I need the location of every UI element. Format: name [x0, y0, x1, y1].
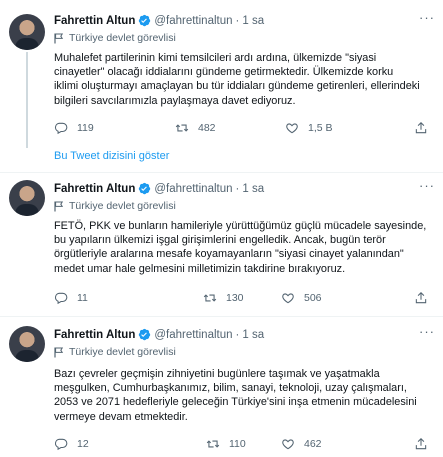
more-options-icon[interactable]: ··· [419, 324, 435, 339]
tweet-text-line: 2053 ve 2071 hedefleriyle geleceğin Türk… [54, 396, 417, 409]
reply-button[interactable]: 11 [54, 290, 88, 306]
divider [0, 172, 443, 173]
flag-icon [54, 347, 64, 357]
retweet-icon [175, 124, 189, 132]
retweet-count: 130 [226, 292, 244, 304]
government-label-text: Türkiye devlet görevlisi [69, 200, 176, 212]
reply-count: 11 [77, 292, 88, 304]
tweet-actions: 119 482 1,5 B [54, 120, 434, 136]
tweet-text-line: meşgulken, Cumhurbaşkanımız, bilim, sana… [54, 382, 407, 395]
like-button[interactable]: 462 [281, 436, 322, 452]
retweet-icon [203, 294, 217, 302]
retweet-count: 482 [198, 122, 216, 134]
like-button[interactable]: 506 [281, 290, 322, 306]
verified-badge-icon [139, 14, 151, 27]
retweet-button[interactable]: 482 [175, 120, 216, 136]
heart-icon [286, 123, 298, 134]
share-icon [415, 122, 427, 134]
like-count: 1,5 B [308, 122, 333, 134]
tweet-header: Fahrettin Altun @fahrettinaltun · 1 sa [54, 14, 264, 27]
avatar[interactable] [9, 14, 45, 50]
avatar[interactable] [9, 180, 45, 216]
tweet-text-line: iklimi oluşturmayı amaçlayan bu tür iddi… [54, 80, 420, 93]
reply-icon [54, 292, 68, 305]
government-label: Türkiye devlet görevlisi [54, 346, 176, 358]
author-handle[interactable]: @fahrettinaltun [154, 329, 232, 341]
tweet-text-line: örgütleriyle aralarına mesafe koyamayanl… [54, 248, 404, 261]
author-name[interactable]: Fahrettin Altun [54, 15, 135, 27]
tweet-text-line: FETÖ, PKK ve bunların hamileriyle yürütt… [54, 220, 427, 232]
author-name[interactable]: Fahrettin Altun [54, 329, 135, 341]
government-label-text: Türkiye devlet görevlisi [69, 32, 176, 44]
tweet-header: Fahrettin Altun @fahrettinaltun · 1 sa [54, 182, 264, 195]
verified-badge-icon [139, 328, 151, 341]
government-label-text: Türkiye devlet görevlisi [69, 346, 176, 358]
verified-badge-icon [139, 182, 151, 195]
government-label: Türkiye devlet görevlisi [54, 200, 176, 212]
tweet-actions: 11 130 506 [54, 290, 434, 306]
separator-dot: · [235, 14, 240, 27]
tweet-text: Muhalefet partilerinin kimi temsilcileri… [54, 51, 439, 108]
flag-icon [54, 201, 64, 211]
share-icon [415, 438, 427, 450]
heart-icon [282, 293, 294, 304]
tweet-text-line: Muhalefet partilerinin kimi temsilcileri… [54, 52, 377, 64]
government-label: Türkiye devlet görevlisi [54, 32, 176, 44]
tweet-text-line: Bazı çevreler geçmişin zihniyetini bugün… [54, 368, 380, 380]
retweet-button[interactable]: 110 [206, 436, 246, 452]
share-icon [415, 292, 427, 304]
heart-icon [282, 439, 294, 450]
separator-dot: · [235, 328, 240, 341]
reply-count: 12 [77, 438, 89, 450]
share-button[interactable] [414, 290, 428, 306]
reply-button[interactable]: 12 [54, 436, 89, 452]
divider [0, 316, 443, 317]
thread-line [26, 52, 28, 148]
like-button[interactable]: 1,5 B [285, 120, 333, 136]
tweet-text: Bazı çevreler geçmişin zihniyetini bugün… [54, 367, 439, 424]
retweet-count: 110 [229, 438, 246, 450]
tweet-text-line: medet umar hale gelmesini milletimizin t… [54, 262, 346, 275]
reply-icon [54, 438, 68, 451]
tweet-text-line: bilgileri savcılarımızla paylaşmaya dave… [54, 94, 296, 107]
reply-count: 119 [77, 122, 94, 134]
tweet-actions: 12 110 462 [54, 436, 434, 452]
share-button[interactable] [414, 436, 428, 452]
tweet-text-line: bu yapıların ülkemizi işgal girişimlerin… [54, 234, 386, 247]
tweet-time[interactable]: 1 sa [242, 15, 264, 27]
more-options-icon[interactable]: ··· [419, 10, 435, 25]
reply-button[interactable]: 119 [54, 120, 94, 136]
tweet-header: Fahrettin Altun @fahrettinaltun · 1 sa [54, 328, 264, 341]
like-count: 506 [304, 292, 322, 304]
author-handle[interactable]: @fahrettinaltun [154, 15, 232, 27]
tweet-text: FETÖ, PKK ve bunların hamileriyle yürütt… [54, 219, 439, 276]
retweet-button[interactable]: 130 [203, 290, 244, 306]
show-thread-link[interactable]: Bu Tweet dizisini göster [54, 150, 169, 162]
author-handle[interactable]: @fahrettinaltun [154, 183, 232, 195]
avatar[interactable] [9, 326, 45, 362]
tweet-text-line: cinayetler" olacağı iddialarını gündeme … [54, 66, 394, 79]
tweet-text-line: vermeye devam etmektedir. [54, 410, 188, 423]
flag-icon [54, 33, 64, 43]
retweet-icon [206, 440, 220, 448]
separator-dot: · [235, 182, 240, 195]
share-button[interactable] [414, 120, 428, 136]
author-name[interactable]: Fahrettin Altun [54, 183, 135, 195]
more-options-icon[interactable]: ··· [419, 178, 435, 193]
reply-icon [54, 122, 68, 135]
tweet-time[interactable]: 1 sa [242, 329, 264, 341]
like-count: 462 [304, 438, 322, 450]
tweet-time[interactable]: 1 sa [242, 183, 264, 195]
